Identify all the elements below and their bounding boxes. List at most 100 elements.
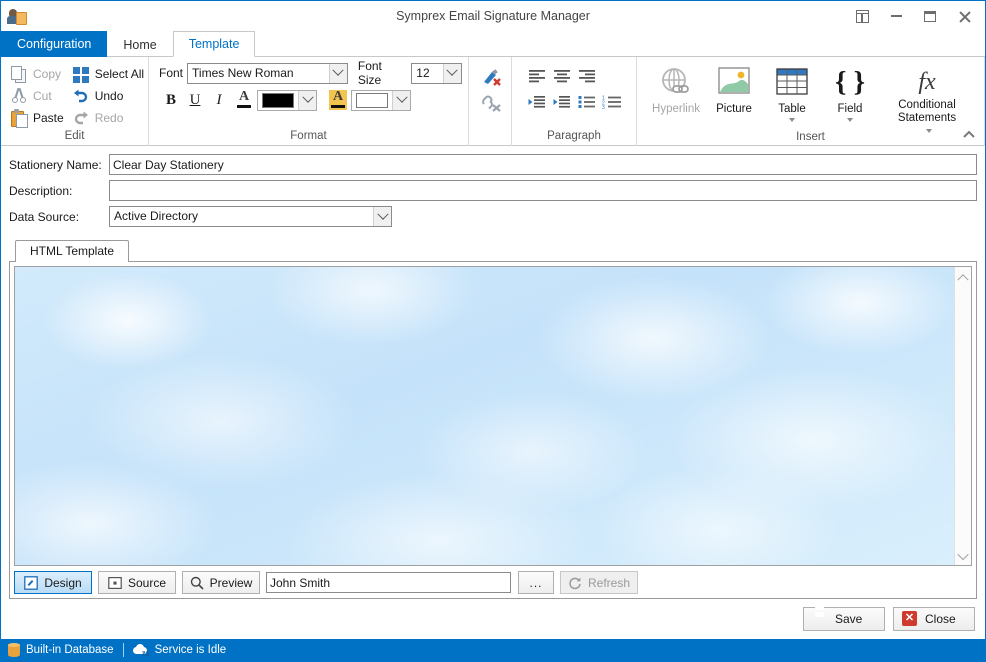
redo-button[interactable]: Redo — [69, 107, 149, 129]
bullet-list-button[interactable] — [574, 89, 599, 115]
font-size-select[interactable]: 12 — [411, 62, 462, 84]
chevron-up-icon — [957, 273, 969, 285]
status-bar: Built-in Database zz Service is Idle — [1, 639, 985, 661]
numbered-list-button[interactable]: 1 2 3 — [599, 89, 624, 115]
tab-configuration[interactable]: Configuration — [1, 31, 108, 57]
align-left-button[interactable] — [524, 63, 549, 89]
tab-home[interactable]: Home — [107, 32, 172, 57]
insert-table-button[interactable]: Table — [763, 60, 821, 130]
font-color-swatch-picker[interactable] — [257, 89, 317, 111]
cloud-sleep-icon: zz — [132, 643, 150, 658]
numbered-list-icon: 1 2 3 — [602, 95, 622, 109]
bold-button[interactable]: B — [159, 88, 183, 112]
copy-button[interactable]: Copy — [7, 63, 69, 85]
floppy-save-icon — [812, 611, 828, 627]
editor-view-toolbar: Design Source Preview John Smith ... Ref… — [14, 571, 972, 594]
underline-button[interactable]: U — [183, 88, 207, 112]
align-center-button[interactable] — [549, 63, 574, 89]
decrease-indent-button[interactable] — [524, 89, 549, 115]
database-icon — [8, 643, 20, 657]
description-input[interactable] — [109, 180, 977, 201]
window-title: Symprex Email Signature Manager — [396, 9, 590, 23]
highlight-letter: A — [332, 89, 344, 104]
html-editor-canvas[interactable] — [15, 267, 954, 565]
tab-template[interactable]: Template — [172, 31, 256, 57]
preview-view-button[interactable]: Preview — [182, 571, 260, 594]
cut-button[interactable]: Cut — [7, 85, 69, 107]
svg-text:{ }: { } — [835, 66, 865, 98]
highlight-swatch-picker[interactable] — [351, 89, 411, 111]
insert-conditional-statements-button[interactable]: fx Conditional Statements — [879, 60, 975, 133]
ribbon-group-edit-title: Edit — [64, 130, 85, 142]
refresh-preview-button[interactable]: Refresh — [560, 571, 638, 594]
data-source-select[interactable]: Active Directory — [109, 206, 392, 227]
maximize-button[interactable] — [913, 2, 947, 30]
close-icon — [958, 10, 971, 23]
red-x-icon: ✕ — [902, 611, 918, 627]
select-all-button[interactable]: Select All — [69, 63, 149, 85]
tab-html-template[interactable]: HTML Template — [15, 240, 130, 262]
ribbon-group-insert-title: Insert — [796, 131, 825, 143]
ribbon-group-insert: Hyperlink Picture Table {} Field fx Con… — [637, 57, 985, 146]
remove-hyperlink-button[interactable] — [477, 90, 505, 116]
font-color-button[interactable]: A — [231, 88, 257, 112]
ribbon-collapse-button[interactable] — [960, 127, 978, 143]
insert-field-button[interactable]: { } Field — [821, 60, 879, 130]
preview-user-input[interactable] — [266, 572, 511, 593]
browse-user-button[interactable]: ... — [518, 571, 554, 594]
chevron-down-icon — [373, 207, 391, 226]
template-tabpanel: HTML Template Design Source Preview John… — [9, 240, 977, 599]
preview-view-label: Preview — [209, 575, 253, 590]
insert-picture-label: Picture — [716, 103, 752, 115]
close-dialog-button[interactable]: ✕ Close — [893, 607, 975, 631]
increase-indent-button[interactable] — [549, 89, 574, 115]
template-tabstrip: HTML Template — [9, 240, 977, 262]
status-database[interactable]: Built-in Database — [8, 643, 114, 657]
status-service[interactable]: zz Service is Idle — [132, 643, 226, 658]
paste-button[interactable]: Paste — [7, 107, 69, 129]
font-family-select[interactable]: Times New Roman — [187, 62, 348, 84]
status-separator — [122, 643, 124, 657]
clear-formatting-button[interactable] — [477, 64, 505, 90]
save-button[interactable]: Save — [803, 607, 885, 631]
editor-vertical-scrollbar[interactable] — [954, 267, 971, 565]
bullet-list-icon — [578, 95, 596, 109]
source-view-button[interactable]: Source — [98, 571, 176, 594]
align-right-button[interactable] — [574, 63, 599, 89]
chevron-down-icon — [298, 90, 316, 110]
undo-button[interactable]: Undo — [69, 85, 149, 107]
scroll-up-button[interactable] — [956, 269, 971, 285]
design-view-label: Design — [44, 575, 82, 590]
copy-label: Copy — [33, 67, 62, 81]
svg-text:fx: fx — [918, 69, 936, 95]
paste-icon — [10, 109, 28, 128]
increase-indent-icon — [553, 95, 571, 109]
stationery-name-row: Stationery Name: — [9, 154, 977, 175]
ribbon-group-format-title: Format — [290, 130, 327, 142]
ribbon-group-cleanup — [469, 57, 512, 146]
application-window: Symprex Email Signature Manager Configur… — [0, 0, 986, 662]
ribbon-group-edit: Copy Cut Paste Select All Undo Redo Edit — [1, 57, 149, 146]
italic-button[interactable]: I — [207, 88, 231, 112]
design-view-button[interactable]: Design — [14, 571, 92, 594]
undo-label: Undo — [94, 89, 124, 103]
font-size-label: Font Size — [357, 59, 382, 87]
refresh-icon — [568, 576, 582, 590]
chevron-down-icon — [957, 548, 969, 560]
ribbon: Copy Cut Paste Select All Undo Redo Edit… — [1, 57, 985, 146]
html-editor — [14, 266, 972, 566]
insert-hyperlink-label: Hyperlink — [652, 103, 700, 115]
font-color-letter: A — [238, 89, 250, 104]
restore-up-button[interactable] — [845, 2, 879, 30]
close-button[interactable] — [947, 2, 981, 30]
remove-hyperlink-icon — [480, 93, 502, 113]
user-card-icon — [7, 6, 27, 26]
align-center-icon — [553, 69, 571, 83]
stationery-name-input[interactable] — [109, 154, 977, 175]
highlight-color-button[interactable]: A — [325, 88, 351, 112]
align-right-icon — [578, 69, 596, 83]
scroll-down-button[interactable] — [956, 548, 971, 563]
minimize-button[interactable] — [879, 2, 913, 30]
insert-picture-button[interactable]: Picture — [705, 60, 763, 130]
insert-hyperlink-button[interactable]: Hyperlink — [647, 60, 705, 130]
